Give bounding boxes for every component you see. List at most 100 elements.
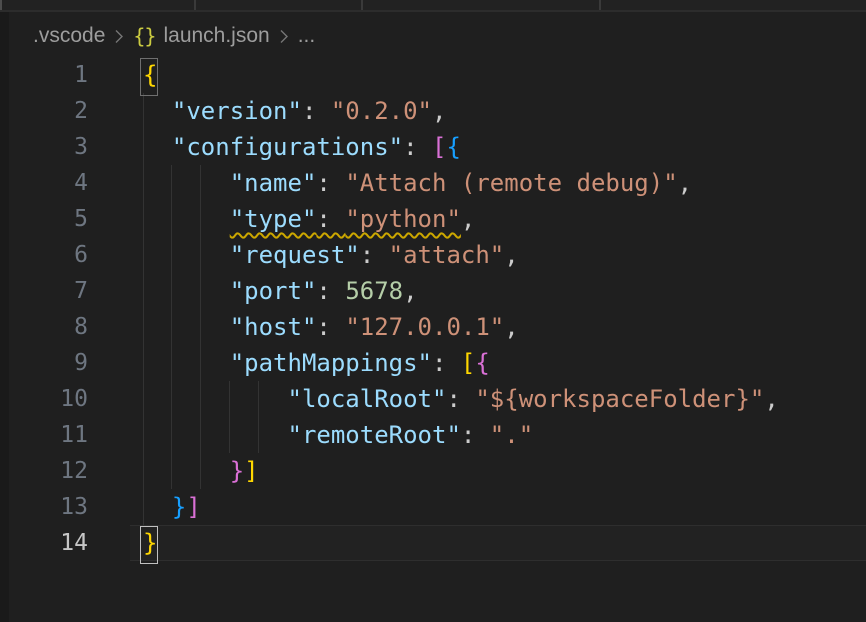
- code-line[interactable]: 9 "pathMappings": [{: [0, 345, 866, 381]
- line-number[interactable]: 8: [0, 309, 88, 345]
- code-line[interactable]: 11 "remoteRoot": ".": [0, 417, 866, 453]
- matched-bracket: }: [143, 529, 157, 557]
- code-token: :: [302, 97, 331, 125]
- code-token: ".": [490, 421, 533, 449]
- code-line[interactable]: 2 "version": "0.2.0",: [0, 93, 866, 129]
- code-token: ]: [244, 457, 258, 485]
- code-line[interactable]: 14}: [0, 525, 866, 561]
- line-number[interactable]: 6: [0, 237, 88, 273]
- line-number[interactable]: 3: [0, 129, 88, 165]
- code-line-text: "configurations": [{: [143, 129, 461, 165]
- breadcrumb: .vscode {} launch.json ...: [33, 21, 315, 51]
- code-line[interactable]: 13 }]: [0, 489, 866, 525]
- code-token: "remoteRoot": [288, 421, 461, 449]
- tab-bar-border: [0, 10, 866, 12]
- code-line[interactable]: 10 "localRoot": "${workspaceFolder}",: [0, 381, 866, 417]
- line-number[interactable]: 2: [0, 93, 88, 129]
- code-token: ,: [504, 313, 518, 341]
- code-token: "host": [230, 313, 317, 341]
- chevron-right-icon: [279, 28, 289, 45]
- code-token: "127.0.0.1": [345, 313, 504, 341]
- code-line[interactable]: 6 "request": "attach",: [0, 237, 866, 273]
- code-line[interactable]: 5 "type": "python",: [0, 201, 866, 237]
- code-line[interactable]: 7 "port": 5678,: [0, 273, 866, 309]
- line-number[interactable]: 7: [0, 273, 88, 309]
- code-token: ,: [432, 97, 446, 125]
- code-line-text: "port": 5678,: [143, 273, 418, 309]
- code-line[interactable]: 8 "host": "127.0.0.1",: [0, 309, 866, 345]
- code-line-text: }]: [143, 489, 201, 525]
- line-number[interactable]: 13: [0, 489, 88, 525]
- code-token: "attach": [389, 241, 505, 269]
- line-number[interactable]: 1: [0, 57, 88, 93]
- code-token: ]: [186, 493, 200, 521]
- code-token: {: [475, 349, 489, 377]
- code-token: "Attach (remote debug)": [345, 169, 677, 197]
- line-number[interactable]: 14: [0, 525, 88, 561]
- code-token: ,: [403, 277, 417, 305]
- code-token: "localRoot": [288, 385, 447, 413]
- line-number[interactable]: 9: [0, 345, 88, 381]
- code-token: :: [403, 133, 432, 161]
- code-line-text: "pathMappings": [{: [143, 345, 490, 381]
- code-token: "name": [230, 169, 317, 197]
- tab-divider: [599, 0, 601, 10]
- code-token: "type": [230, 205, 317, 233]
- code-token: :: [432, 349, 461, 377]
- chevron-right-icon: [114, 28, 124, 45]
- code-editor[interactable]: 1{2 "version": "0.2.0",3 "configurations…: [0, 57, 866, 622]
- code-token: "python": [345, 205, 461, 233]
- code-line-text: }: [143, 525, 157, 561]
- code-token: [: [461, 349, 475, 377]
- code-line-text: "host": "127.0.0.1",: [143, 309, 519, 345]
- code-token: }: [172, 493, 186, 521]
- code-token: "port": [230, 277, 317, 305]
- code-line-text: "localRoot": "${workspaceFolder}",: [143, 381, 779, 417]
- breadcrumb-item-folder[interactable]: .vscode: [33, 24, 105, 48]
- code-token: "configurations": [172, 133, 403, 161]
- code-token: :: [316, 313, 345, 341]
- code-token: {: [446, 133, 460, 161]
- code-line-text: "type": "python",: [143, 201, 475, 237]
- breadcrumb-item-symbol[interactable]: ...: [298, 24, 316, 48]
- tab-bar[interactable]: [0, 0, 866, 10]
- code-line-text: "version": "0.2.0",: [143, 93, 446, 129]
- code-line[interactable]: 3 "configurations": [{: [0, 129, 866, 165]
- code-token: ,: [764, 385, 778, 413]
- code-token: ,: [678, 169, 692, 197]
- code-line[interactable]: 12 }]: [0, 453, 866, 489]
- code-line-text: "remoteRoot": ".": [143, 417, 533, 453]
- code-token: "version": [172, 97, 302, 125]
- code-line[interactable]: 1{: [0, 57, 866, 93]
- code-line[interactable]: 4 "name": "Attach (remote debug)",: [0, 165, 866, 201]
- code-token: "request": [230, 241, 360, 269]
- code-token: 5678: [345, 277, 403, 305]
- line-number[interactable]: 11: [0, 417, 88, 453]
- code-token: :: [316, 277, 345, 305]
- code-line-text: {: [143, 57, 157, 93]
- code-token: :: [446, 385, 475, 413]
- tab-divider: [361, 0, 363, 10]
- code-token: ,: [504, 241, 518, 269]
- code-token: ,: [461, 205, 475, 233]
- line-number[interactable]: 10: [0, 381, 88, 417]
- matched-bracket: {: [143, 61, 157, 89]
- window-left-edge: [0, 0, 2, 10]
- code-token: :: [316, 169, 345, 197]
- line-number[interactable]: 12: [0, 453, 88, 489]
- code-token: }: [230, 457, 244, 485]
- line-number[interactable]: 4: [0, 165, 88, 201]
- code-token: "${workspaceFolder}": [475, 385, 764, 413]
- code-token: :: [316, 205, 345, 233]
- code-token: [: [432, 133, 446, 161]
- code-token: :: [360, 241, 389, 269]
- code-line-text: "request": "attach",: [143, 237, 519, 273]
- line-number[interactable]: 5: [0, 201, 88, 237]
- code-token: "pathMappings": [230, 349, 432, 377]
- code-line-text: "name": "Attach (remote debug)",: [143, 165, 692, 201]
- code-token: :: [461, 421, 490, 449]
- json-braces-icon: {}: [133, 24, 155, 48]
- breadcrumb-file-label: launch.json: [163, 24, 269, 48]
- breadcrumb-item-file[interactable]: {} launch.json: [133, 24, 269, 48]
- tab-divider: [194, 0, 196, 10]
